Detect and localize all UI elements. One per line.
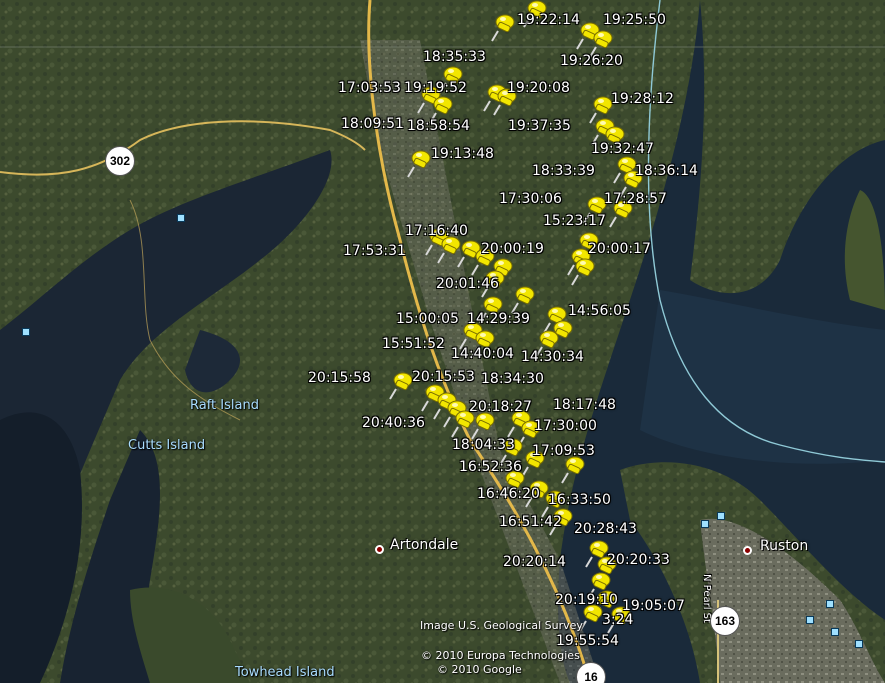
timestamp-label[interactable]: 17:03:53: [338, 80, 401, 96]
timestamp-label[interactable]: 20:15:58: [308, 370, 371, 386]
poi-marker-icon[interactable]: [826, 600, 834, 608]
timestamp-label[interactable]: 15:51:52: [382, 336, 445, 352]
timestamp-label[interactable]: 20:20:14: [503, 554, 566, 570]
timestamp-label[interactable]: 14:40:04: [451, 346, 514, 362]
poi-marker-icon[interactable]: [717, 512, 725, 520]
timestamp-label[interactable]: 14:30:34: [521, 349, 584, 365]
timestamp-label[interactable]: 20:40:36: [362, 415, 425, 431]
town-marker-artondale-icon[interactable]: [375, 545, 384, 554]
timestamp-label[interactable]: 19:22:14: [517, 12, 580, 28]
timestamp-label[interactable]: 18:34:30: [481, 371, 544, 387]
timestamp-label[interactable]: 18:04:33: [452, 437, 515, 453]
timestamp-label[interactable]: 19:32:47: [591, 141, 654, 157]
timestamp-label[interactable]: 16:46:20: [477, 486, 540, 502]
timestamp-label[interactable]: 18:09:51: [341, 116, 404, 132]
timestamp-label[interactable]: 17:28:57: [604, 191, 667, 207]
pushpin-icon[interactable]: [388, 372, 414, 400]
timestamp-label[interactable]: 16:33:50: [548, 492, 611, 508]
data-credit: © 2010 Europa Technologies: [421, 649, 580, 662]
pushpin-icon[interactable]: [470, 412, 496, 440]
timestamp-label[interactable]: 19:37:35: [508, 118, 571, 134]
place-artondale[interactable]: Artondale: [390, 537, 458, 553]
timestamp-label[interactable]: 17:30:06: [499, 191, 562, 207]
route-302-shield: 302: [105, 146, 135, 176]
timestamp-label[interactable]: 18:17:48: [553, 397, 616, 413]
poi-marker-icon[interactable]: [22, 328, 30, 336]
poi-marker-icon[interactable]: [855, 640, 863, 648]
timestamp-label[interactable]: 17:30:00: [534, 418, 597, 434]
poi-marker-icon[interactable]: [177, 214, 185, 222]
poi-marker-icon[interactable]: [806, 616, 814, 624]
timestamp-label[interactable]: 20:00:17: [588, 241, 651, 257]
pushpin-icon[interactable]: [490, 14, 516, 42]
timestamp-label[interactable]: 15:23:17: [543, 213, 606, 229]
route-163-shield: 163: [710, 606, 740, 636]
timestamp-label[interactable]: 20:19:10: [555, 592, 618, 608]
timestamp-label[interactable]: 14:56:05: [568, 303, 631, 319]
imagery-credit: Image U.S. Geological Survey: [420, 619, 583, 632]
place-ruston[interactable]: Ruston: [760, 538, 808, 554]
pushpin-icon[interactable]: [560, 456, 586, 484]
timestamp-label[interactable]: 16:52:36: [459, 459, 522, 475]
timestamp-label[interactable]: 20:15:53: [412, 369, 475, 385]
timestamp-label[interactable]: 20:20:33: [607, 552, 670, 568]
place-cutts-island[interactable]: Cutts Island: [128, 438, 205, 453]
timestamp-label[interactable]: 18:33:39: [532, 163, 595, 179]
timestamp-label[interactable]: 19:28:12: [611, 91, 674, 107]
timestamp-label[interactable]: 19:20:08: [507, 80, 570, 96]
place-raft-island[interactable]: Raft Island: [190, 398, 259, 413]
pushpin-icon[interactable]: [510, 286, 536, 314]
timestamp-label[interactable]: 15:00:05: [396, 311, 459, 327]
timestamp-label[interactable]: 14:29:39: [467, 311, 530, 327]
timestamp-label[interactable]: 18:35:33: [423, 49, 486, 65]
timestamp-label[interactable]: 19:19:52: [404, 80, 467, 96]
timestamp-label[interactable]: 17:53:31: [343, 243, 406, 259]
google-credit: © 2010 Google: [437, 663, 522, 676]
timestamp-label[interactable]: 20:28:43: [574, 521, 637, 537]
timestamp-label[interactable]: 17:16:40: [405, 223, 468, 239]
timestamp-label[interactable]: 20:00:19: [481, 241, 544, 257]
place-towhead-island[interactable]: Towhead Island: [235, 665, 335, 680]
pushpin-icon[interactable]: [570, 258, 596, 286]
timestamp-label[interactable]: 20:01:46: [436, 276, 499, 292]
timestamp-label[interactable]: 3:24: [602, 612, 633, 628]
timestamp-label[interactable]: 19:13:48: [431, 146, 494, 162]
timestamp-label[interactable]: 19:25:50: [603, 12, 666, 28]
timestamp-label[interactable]: 19:55:54: [556, 633, 619, 649]
satellite-map[interactable]: 19:22:14 19:25:50 18:35:33 19:26:20 17:03:53…: [0, 0, 885, 683]
pushpin-icon[interactable]: [406, 150, 432, 178]
timestamp-label[interactable]: 20:18:27: [469, 399, 532, 415]
timestamp-label[interactable]: 17:09:53: [532, 443, 595, 459]
timestamp-label[interactable]: 19:26:20: [560, 53, 623, 69]
timestamp-label[interactable]: 18:36:14: [635, 163, 698, 179]
poi-marker-icon[interactable]: [701, 520, 709, 528]
timestamp-label[interactable]: 18:58:54: [407, 118, 470, 134]
town-marker-ruston-icon[interactable]: [743, 546, 752, 555]
timestamp-label[interactable]: 16:51:42: [499, 514, 562, 530]
poi-marker-icon[interactable]: [831, 628, 839, 636]
